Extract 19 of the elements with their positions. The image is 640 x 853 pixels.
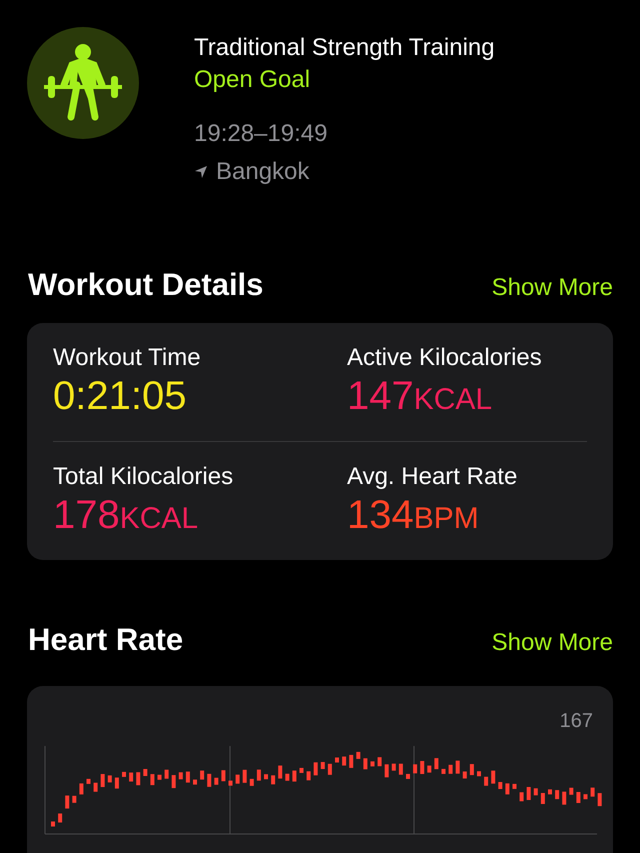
weightlifter-icon (42, 43, 124, 123)
location-text: Bangkok (216, 157, 310, 187)
metric-value: 0:21:05 (53, 373, 188, 419)
axis-label: 167 (560, 710, 593, 733)
goal-text: Open Goal (194, 65, 312, 95)
location-arrow-icon (194, 165, 208, 179)
section-heading: Heart Rate (28, 622, 184, 658)
metric-label: Workout Time (53, 343, 202, 373)
time-range: 19:28–19:49 (194, 119, 328, 149)
metric-value: 147KCAL (347, 373, 494, 420)
workout-title: Traditional Strength Training (194, 33, 495, 63)
metric-label: Avg. Heart Rate (347, 462, 518, 492)
metric-value: 134BPM (347, 492, 480, 539)
metric-label: Total Kilocalories (53, 462, 234, 492)
show-more-link[interactable]: Show More (492, 629, 613, 657)
section-heading: Workout Details (28, 267, 264, 303)
metric-label: Active Kilocalories (347, 343, 543, 373)
metric-value: 178KCAL (53, 492, 200, 539)
show-more-link[interactable]: Show More (492, 274, 613, 302)
